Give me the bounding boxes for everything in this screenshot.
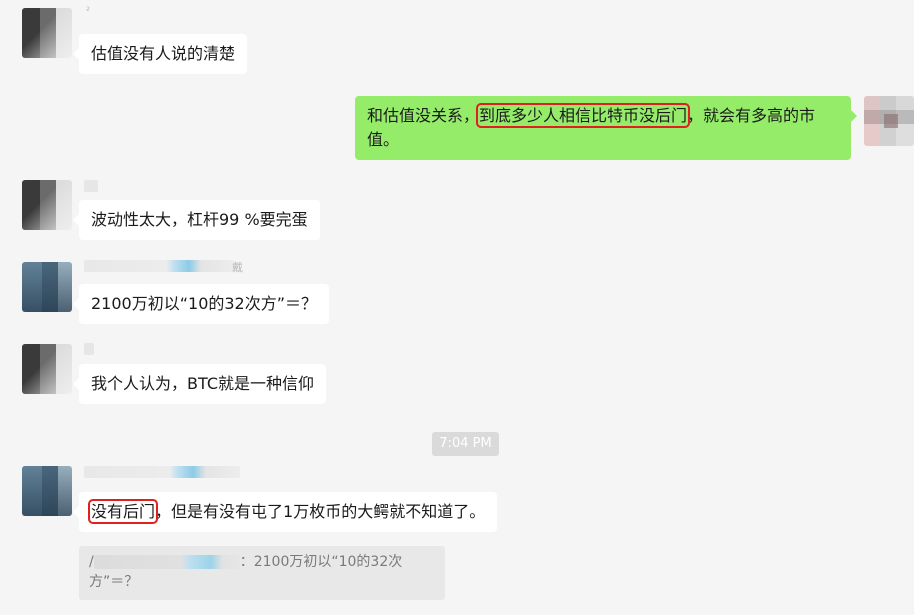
my-message-bubble[interactable]: 和估值没关系，到底多少人相信比特币没后门，就会有多高的市值。 — [355, 96, 857, 160]
message-bubble[interactable]: 波动性太大，杠杆99 %要完蛋 — [73, 200, 320, 240]
highlighted-phrase: 没有后门 — [87, 499, 159, 524]
chat-window: ² 估值没有人说的清楚 和估值没关系，到底多少人相信比特币没后门，就会有多高的市… — [0, 0, 914, 615]
avatar[interactable] — [22, 180, 72, 230]
sender-name-blurred — [84, 343, 94, 355]
avatar[interactable] — [22, 466, 72, 516]
timestamp: 7:04 PM — [432, 432, 499, 456]
quote-sender-blurred — [93, 555, 240, 569]
avatar[interactable] — [22, 262, 72, 312]
message-text-after: ，但是有没有屯了1万枚币的大鳄就不知道了。 — [155, 502, 486, 521]
highlighted-phrase: 到底多少人相信比特币没后门 — [476, 103, 691, 128]
sender-name-blurred — [84, 180, 98, 192]
message-bubble[interactable]: 估值没有人说的清楚 — [72, 34, 248, 74]
message-text: 我个人认为，BTC就是一种信仰 — [91, 374, 314, 393]
message-text: 2100万初以“10的32次方”＝？ — [91, 294, 318, 313]
quoted-message[interactable]: / ：2100万初以“10的32次方”＝？ — [79, 546, 445, 600]
sender-name-blurred — [84, 466, 240, 478]
message-text: 估值没有人说的清楚 — [91, 44, 236, 63]
message-text: 波动性太大，杠杆99 %要完蛋 — [91, 210, 308, 229]
sender-name-mark: ² — [86, 6, 91, 17]
avatar[interactable] — [22, 344, 72, 394]
message-text-before: 和估值没关系， — [367, 106, 480, 125]
message-bubble[interactable]: 2100万初以“10的32次方”＝？ — [72, 284, 330, 324]
my-avatar[interactable] — [864, 96, 914, 146]
message-bubble[interactable]: 没有后门，但是有没有屯了1万枚币的大鳄就不知道了。 — [72, 492, 498, 532]
avatar[interactable] — [22, 8, 72, 58]
message-bubble[interactable]: 我个人认为，BTC就是一种信仰 — [73, 364, 326, 404]
sender-name-blurred — [84, 260, 234, 272]
sender-name-suffix: 戴 — [232, 261, 243, 274]
